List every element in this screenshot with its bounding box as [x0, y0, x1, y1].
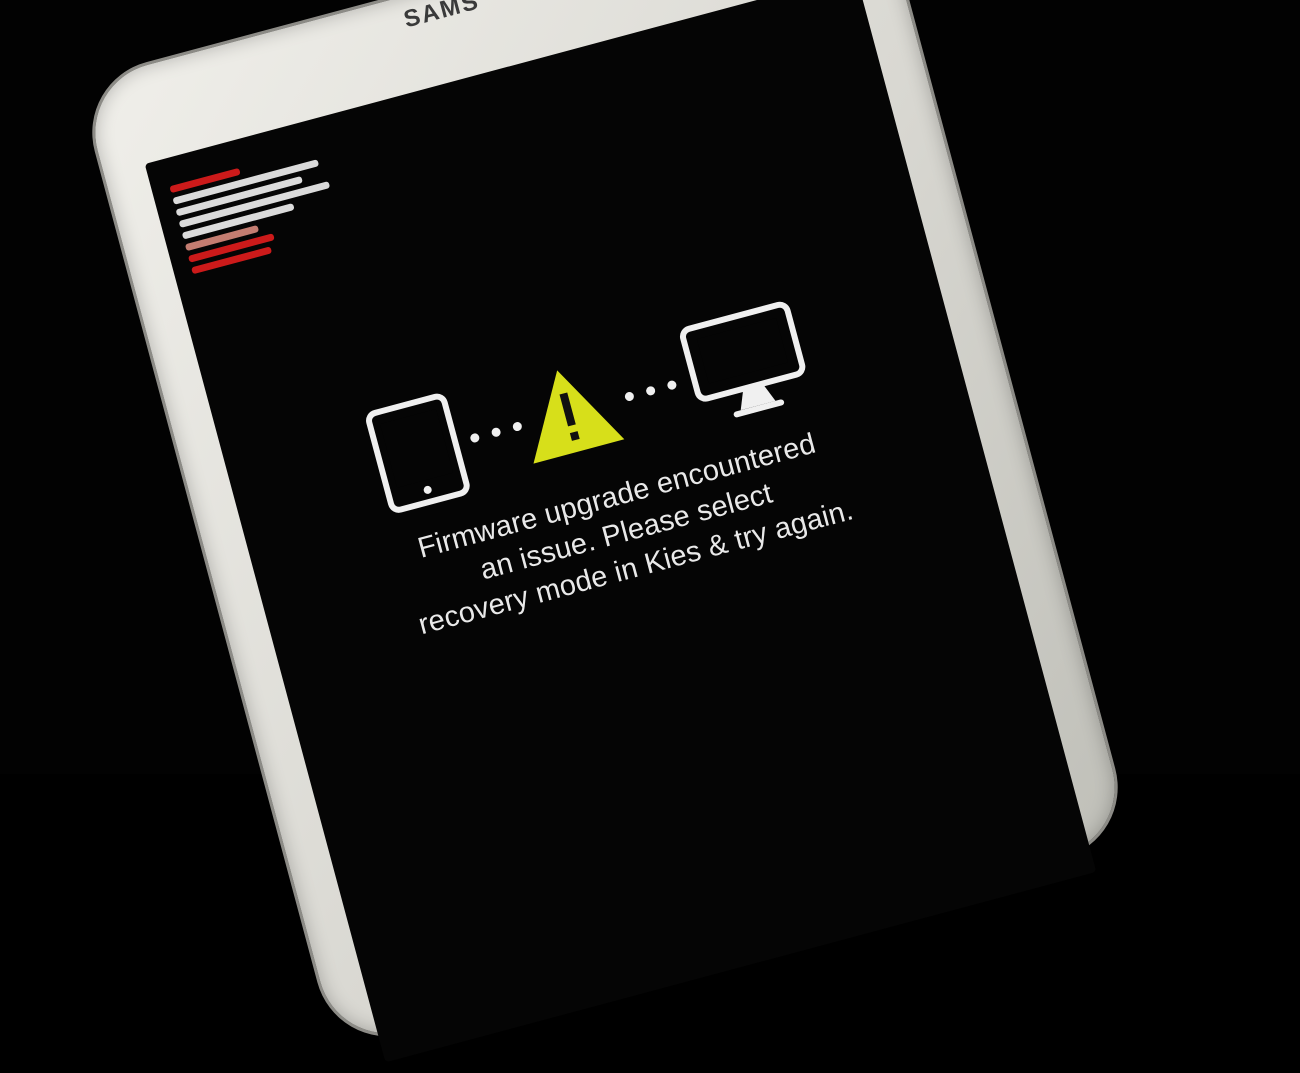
phone-icon — [366, 393, 470, 513]
warning-icon — [533, 370, 625, 464]
photo-scene: SAMS Firmware upgrade encountered an iss… — [0, 0, 1300, 1063]
connection-dots-right — [624, 380, 677, 402]
tablet-device: SAMS Firmware upgrade encountered an iss… — [79, 0, 1131, 1063]
brand-logo: SAMS — [400, 0, 483, 34]
connection-dots-left — [470, 422, 522, 443]
device-screen: Firmware upgrade encountered an issue. P… — [144, 0, 1097, 1063]
computer-icon — [679, 301, 806, 418]
